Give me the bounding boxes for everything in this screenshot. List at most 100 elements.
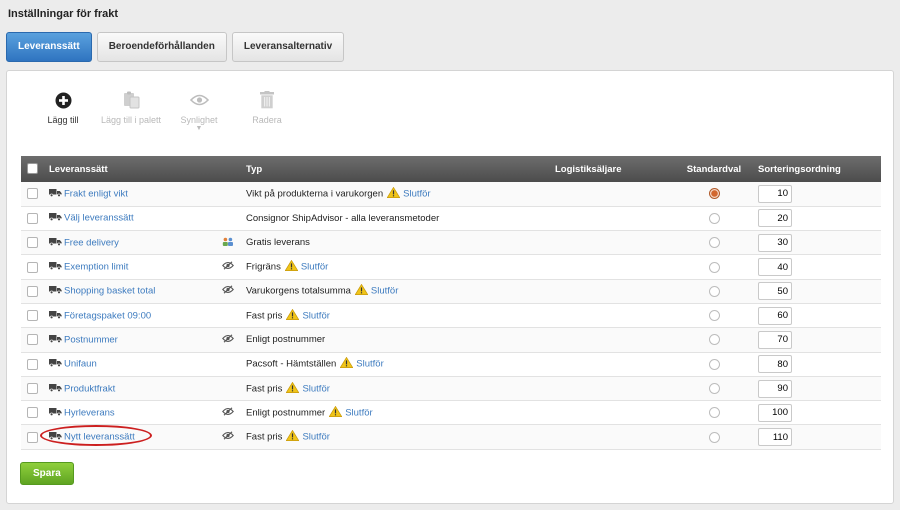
sort-order-input[interactable] bbox=[758, 330, 792, 349]
default-radio[interactable] bbox=[708, 261, 720, 273]
delete-button[interactable]: Radera bbox=[233, 91, 301, 133]
row-checkbox[interactable] bbox=[27, 285, 38, 297]
add-button[interactable]: Lägg till bbox=[29, 91, 97, 133]
row-checkbox[interactable] bbox=[27, 334, 38, 346]
column-header-logistics[interactable]: Logistiksäljare bbox=[549, 156, 676, 182]
row-checkbox[interactable] bbox=[27, 407, 38, 419]
method-cell: Hyrleverans bbox=[43, 400, 216, 426]
sort-order-input[interactable] bbox=[758, 209, 792, 228]
method-name-link[interactable]: Hyrleverans bbox=[64, 407, 115, 418]
default-radio[interactable] bbox=[708, 334, 720, 346]
type-cell: Fast pris Slutför bbox=[240, 376, 549, 402]
warning-icon bbox=[339, 356, 354, 371]
type-cell: Pacsoft - Hämtställen Slutför bbox=[240, 352, 549, 377]
logistics-cell bbox=[549, 376, 676, 402]
sort-cell bbox=[752, 376, 881, 402]
default-radio[interactable] bbox=[708, 431, 720, 443]
type-cell: Fast pris Slutför bbox=[240, 303, 549, 329]
default-radio[interactable] bbox=[708, 358, 720, 370]
finish-link[interactable]: Slutför bbox=[302, 383, 329, 394]
logistics-cell bbox=[549, 182, 676, 207]
sort-order-input[interactable] bbox=[758, 258, 792, 277]
status-icon-cell bbox=[216, 230, 240, 256]
sort-order-input[interactable] bbox=[758, 184, 792, 203]
method-name-link[interactable]: Unifaun bbox=[64, 359, 97, 370]
row-checkbox[interactable] bbox=[27, 310, 38, 322]
default-radio[interactable] bbox=[708, 237, 720, 249]
row-checkbox[interactable] bbox=[27, 237, 38, 249]
finish-link[interactable]: Slutför bbox=[356, 359, 383, 370]
tab-delivery-options[interactable]: Leveransalternativ bbox=[231, 32, 345, 62]
logistics-cell bbox=[549, 279, 676, 304]
finish-link[interactable]: Slutför bbox=[403, 188, 430, 199]
sort-cell bbox=[752, 206, 881, 232]
truck-icon bbox=[49, 431, 62, 443]
default-radio[interactable] bbox=[708, 383, 720, 395]
sort-order-input[interactable] bbox=[758, 282, 792, 301]
visibility-button[interactable]: Synlighet ▼ bbox=[165, 91, 233, 133]
default-radio[interactable] bbox=[708, 285, 720, 297]
method-name-link[interactable]: Välj leveranssätt bbox=[64, 213, 134, 224]
tab-bar: Leveranssätt Beroendeförhållanden Levera… bbox=[6, 32, 345, 62]
method-name-link[interactable]: Produktfrakt bbox=[64, 383, 115, 394]
add-to-list-button[interactable]: Lägg till i palett bbox=[97, 91, 165, 133]
sort-order-input[interactable] bbox=[758, 428, 792, 447]
default-radio[interactable] bbox=[708, 212, 720, 224]
method-name-link[interactable]: Shopping basket total bbox=[64, 286, 155, 297]
finish-link[interactable]: Slutför bbox=[301, 262, 328, 273]
save-button[interactable]: Spara bbox=[20, 462, 74, 485]
column-header-type[interactable]: Typ bbox=[240, 156, 549, 182]
finish-link[interactable]: Slutför bbox=[302, 432, 329, 443]
default-radio[interactable] bbox=[708, 188, 720, 200]
type-text: Vikt på produkterna i varukorgen bbox=[246, 188, 384, 200]
warning-icon bbox=[286, 381, 300, 396]
truck-icon bbox=[49, 383, 62, 395]
sort-order-input[interactable] bbox=[758, 403, 792, 422]
default-cell bbox=[676, 352, 752, 377]
warning-icon bbox=[284, 259, 299, 274]
row-checkbox[interactable] bbox=[27, 261, 38, 273]
row-checkbox[interactable] bbox=[27, 431, 38, 443]
method-name-link[interactable]: Företagspaket 09:00 bbox=[64, 310, 151, 321]
type-cell: Frigräns Slutför bbox=[240, 254, 549, 280]
eye-icon bbox=[189, 91, 209, 109]
finish-link[interactable]: Slutför bbox=[345, 407, 372, 418]
method-name-link[interactable]: Frakt enligt vikt bbox=[64, 188, 128, 199]
truck-icon bbox=[49, 358, 62, 370]
sort-order-input[interactable] bbox=[758, 379, 792, 398]
method-cell: Postnummer bbox=[43, 327, 216, 353]
customer-group-icon bbox=[222, 237, 234, 249]
status-icon-cell bbox=[216, 400, 240, 426]
logistics-cell bbox=[549, 254, 676, 280]
default-radio[interactable] bbox=[708, 407, 720, 419]
sort-order-input[interactable] bbox=[758, 233, 792, 252]
chevron-down-icon: ▼ bbox=[195, 125, 203, 132]
logistics-cell bbox=[549, 327, 676, 353]
tab-dependencies[interactable]: Beroendeförhållanden bbox=[96, 32, 227, 62]
sort-order-input[interactable] bbox=[758, 355, 792, 374]
select-all-checkbox[interactable] bbox=[27, 163, 38, 175]
row-checkbox[interactable] bbox=[27, 212, 38, 224]
sort-cell bbox=[752, 352, 881, 377]
status-icon-cell bbox=[216, 303, 240, 329]
default-radio[interactable] bbox=[708, 310, 720, 322]
sort-order-input[interactable] bbox=[758, 306, 792, 325]
finish-link[interactable]: Slutför bbox=[371, 286, 398, 297]
finish-link[interactable]: Slutför bbox=[302, 310, 329, 321]
row-checkbox[interactable] bbox=[27, 188, 38, 200]
sort-cell bbox=[752, 424, 881, 450]
method-name-link[interactable]: Free delivery bbox=[64, 237, 119, 248]
logistics-cell bbox=[549, 400, 676, 426]
row-checkbox[interactable] bbox=[27, 358, 38, 370]
method-name-link[interactable]: Postnummer bbox=[64, 334, 118, 345]
method-name-link[interactable]: Nytt leveranssätt bbox=[64, 432, 135, 443]
column-header-default[interactable]: Standardval bbox=[676, 156, 752, 182]
column-header-method[interactable]: Leveranssätt bbox=[43, 156, 216, 182]
row-checkbox[interactable] bbox=[27, 383, 38, 395]
tab-shipping-methods[interactable]: Leveranssätt bbox=[6, 32, 92, 62]
toolbar: Lägg till Lägg till i palett Synlighet ▼… bbox=[29, 91, 301, 133]
method-name-link[interactable]: Exemption limit bbox=[64, 262, 128, 273]
row-select-cell bbox=[21, 424, 43, 450]
column-header-sort[interactable]: Sorteringsordning bbox=[752, 156, 881, 182]
table-row: Företagspaket 09:00 Fast pris Slutför bbox=[21, 303, 881, 329]
